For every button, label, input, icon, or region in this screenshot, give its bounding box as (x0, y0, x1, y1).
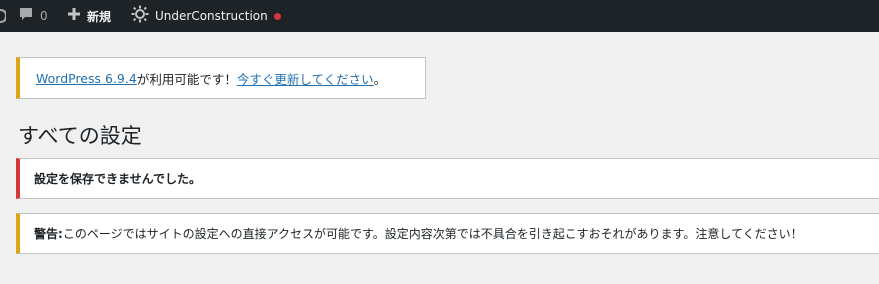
gear-icon (131, 5, 149, 27)
page-title: すべての設定 (18, 124, 142, 148)
wp-logo-icon (0, 6, 6, 26)
wp-logo-menu[interactable] (0, 0, 6, 32)
comment-bubble-icon (18, 6, 34, 26)
status-dot (273, 12, 281, 20)
warning-notice-text: このページではサイトの設定への直接アクセスが可能です。設定内容次第では不具合を引… (62, 227, 803, 241)
error-notice-text: 設定を保存できませんでした。 (34, 172, 202, 186)
update-now-link[interactable]: 今すぐ更新してください (237, 69, 374, 88)
plus-icon (67, 7, 81, 25)
wordpress-version-link[interactable]: WordPress 6.9.4 (36, 71, 137, 86)
comments-menu[interactable]: 0 (18, 0, 48, 32)
update-notice-end: 。 (373, 71, 387, 87)
new-content-menu[interactable]: 新規 (67, 0, 111, 32)
update-notice: WordPress 6.9.4 が利用可能です！ 今すぐ更新してください 。 (16, 57, 426, 99)
warning-label: 警告: (34, 227, 63, 241)
update-notice-text: が利用可能です！ (136, 71, 237, 87)
warning-notice: 警告: このページではサイトの設定への直接アクセスが可能です。設定内容次第では不… (16, 213, 879, 254)
site-name-menu[interactable]: UnderConstruction (131, 0, 281, 32)
error-notice: 設定を保存できませんでした。 (16, 158, 879, 199)
site-name: UnderConstruction (155, 9, 268, 23)
new-content-label: 新規 (87, 9, 112, 24)
comments-count: 0 (40, 9, 48, 23)
admin-bar: 0 新規 UnderConstruction (0, 0, 879, 32)
